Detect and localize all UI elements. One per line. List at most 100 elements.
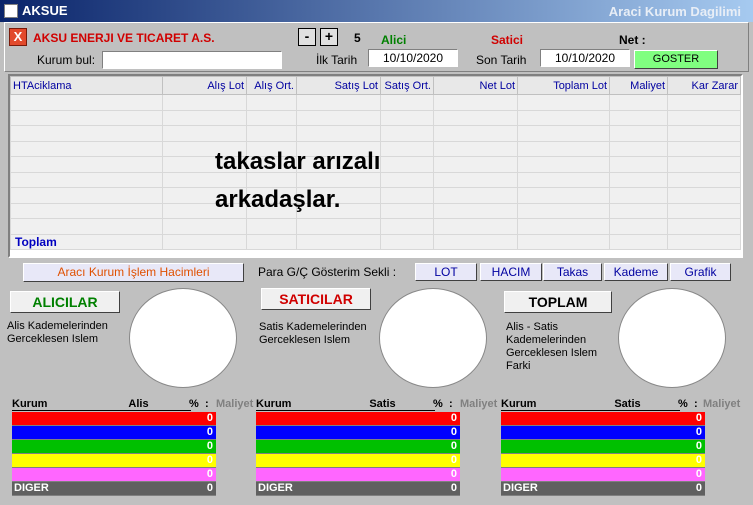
bar-row[interactable]: 0 [501,468,705,482]
bar-value: 0 [450,468,457,480]
table-total-row: Toplam [10,233,741,250]
alicilar-button[interactable]: ALICILAR [10,291,120,313]
table-cell [10,171,163,188]
table-cell [10,140,163,157]
table-cell [380,156,434,173]
saticilar-button[interactable]: SATICILAR [261,288,371,310]
bar-row[interactable]: 0 [256,412,460,426]
goster-button[interactable]: GOSTER [634,50,718,69]
bar-value: 0 [450,412,457,424]
tab-grafik[interactable]: Grafik [670,263,731,281]
col-satis-lot[interactable]: Satış Lot [296,76,381,95]
bar-row[interactable]: 0 [501,440,705,454]
company-name: AKSU ENERJI VE TICARET A.S. [33,31,215,45]
table-cell [433,233,518,250]
son-tarih-label: Son Tarih [476,53,527,67]
filter-panel: X AKSU ENERJI VE TICARET A.S. Kurum bul:… [4,22,749,72]
tab-hacim[interactable]: HACIM [480,263,542,281]
table-cell [517,125,610,142]
toplam-pie-chart [618,288,726,388]
total-label: Toplam [10,233,163,250]
col-kar-zarar[interactable]: Kar Zarar [667,76,741,95]
table-cell [10,202,163,219]
table-row[interactable] [10,125,741,142]
plus-button[interactable]: + [320,28,338,46]
table-cell [380,233,434,250]
table-cell [433,140,518,157]
table-row[interactable] [10,94,741,111]
bar-value: 0 [695,412,702,424]
minus-button[interactable]: - [298,28,316,46]
bar-row[interactable]: 0 [12,412,216,426]
bar-row[interactable]: 0 [12,440,216,454]
table-cell [517,109,610,126]
bar-row[interactable]: 0 [12,426,216,440]
table-cell [162,125,247,142]
bar-row[interactable]: 0 [501,454,705,468]
table-cell [162,233,247,250]
bar-row[interactable]: DIGER 0 [501,482,705,496]
bar-row[interactable]: 0 [256,440,460,454]
col-toplam-lot[interactable]: Toplam Lot [517,76,610,95]
table-cell [609,218,668,235]
table-cell [609,140,668,157]
bar-row[interactable]: 0 [256,454,460,468]
son-tarih-input[interactable]: 10/10/2020 [540,49,630,67]
table-cell [380,218,434,235]
ilk-tarih-label: İlk Tarih [316,53,358,67]
table-cell [433,218,518,235]
window-titlebar: AKSUE Araci Kurum Dagilimi [0,0,753,22]
table-cell [609,109,668,126]
bar-value: 0 [206,440,213,452]
satici-label: Satici [491,33,524,47]
toplam-bars: 0 0 0 0 0 DIGER 0 [501,412,705,496]
table-cell [380,125,434,142]
table-cell [609,156,668,173]
table-cell [517,202,610,219]
bar-row[interactable]: 0 [12,454,216,468]
table-row[interactable] [10,202,741,219]
table-row[interactable] [10,187,741,204]
broker-grid[interactable]: HTAciklama Alış Lot Alış Ort. Satış Lot … [8,74,743,258]
bar-row[interactable]: 0 [256,468,460,482]
table-cell [609,171,668,188]
table-cell [517,218,610,235]
col-alis-ort[interactable]: Alış Ort. [246,76,297,95]
saticilar-description: Satis Kademelerinden Gerceklesen Islem [259,321,367,346]
col-net-lot[interactable]: Net Lot [433,76,518,95]
table-cell [380,140,434,157]
bar-value: 0 [695,440,702,452]
table-cell [162,218,247,235]
col-satis-ort[interactable]: Satış Ort. [380,76,434,95]
bar-row[interactable]: DIGER 0 [12,482,216,496]
close-icon[interactable]: X [9,28,27,46]
kurum-label: Kurum bul: [37,53,96,67]
tab-lot[interactable]: LOT [415,263,477,281]
bar-row[interactable]: 0 [501,426,705,440]
col-maliyet[interactable]: Maliyet [609,76,668,95]
table-cell [380,109,434,126]
bar-kurum-name: DIGER [258,482,293,494]
table-cell [609,202,668,219]
bar-row[interactable]: 0 [12,468,216,482]
tab-kademe[interactable]: Kademe [604,263,668,281]
col-htaciklama[interactable]: HTAciklama [10,76,163,95]
table-row[interactable] [10,109,741,126]
toplam-button[interactable]: TOPLAM [504,291,612,313]
alici-label: Alici [381,33,407,47]
table-cell [380,187,434,204]
table-cell [433,171,518,188]
bar-row[interactable]: DIGER 0 [256,482,460,496]
bar-row[interactable]: 0 [501,412,705,426]
bar-row[interactable]: 0 [256,426,460,440]
col-alis-lot[interactable]: Alış Lot [162,76,247,95]
hacim-section: Aracı Kurum İşlem Hacimleri Para G/Ç Gös… [7,263,741,496]
table-cell [296,218,381,235]
overlay-text-line1: takaslar arızalı [215,148,381,175]
kurum-search-input[interactable] [102,51,282,69]
tab-takas[interactable]: Takas [543,263,602,281]
satis-bars: 0 0 0 0 0 DIGER 0 [256,412,460,496]
table-row[interactable] [10,218,741,235]
bar-value: 0 [206,412,213,424]
ilk-tarih-input[interactable]: 10/10/2020 [368,49,458,67]
